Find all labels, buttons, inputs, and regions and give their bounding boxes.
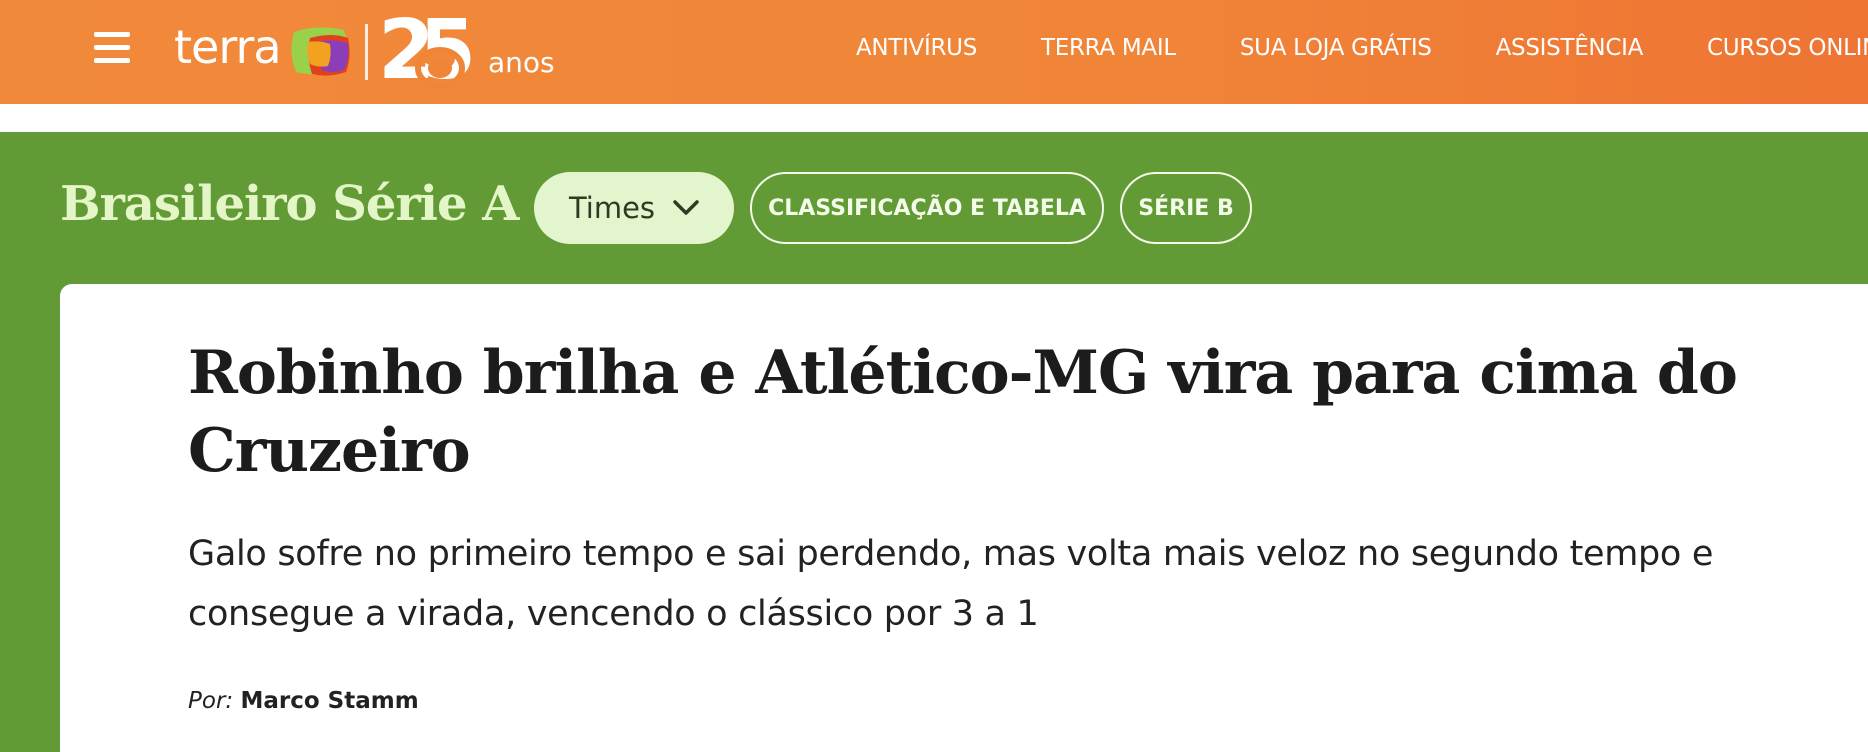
logo-wordmark: terra: [174, 20, 282, 74]
article-byline: Por: Marco Stamm: [188, 688, 419, 714]
nav-link-assistencia[interactable]: ASSISTÊNCIA: [1496, 35, 1644, 61]
article-subtitle: Galo sofre no primeiro tempo e sai perde…: [188, 534, 1714, 634]
times-dropdown-label: Times: [568, 191, 656, 225]
chevron-down-icon: [673, 200, 699, 215]
article-headline: Robinho brilha e Atlético-MG vira para c…: [188, 338, 1738, 486]
article-card: Robinho brilha e Atlético-MG vira para c…: [60, 284, 1868, 752]
terra-logo[interactable]: terra 25 anos: [174, 8, 574, 96]
serie-b-button[interactable]: SÉRIE B: [1120, 172, 1252, 244]
hamburger-menu-icon[interactable]: [94, 32, 130, 64]
nav-link-cursos-online[interactable]: CURSOS ONLINE: [1707, 35, 1868, 61]
logo-divider: [365, 24, 368, 80]
logo-anos-text: anos: [488, 46, 555, 79]
classificacao-tabela-button[interactable]: CLASSIFICAÇÃO E TABELA: [750, 172, 1104, 244]
logo-mark-icon: [291, 27, 350, 76]
anniversary-25-logo: 25: [380, 8, 476, 96]
nav-link-antivirus[interactable]: ANTIVÍRUS: [856, 35, 977, 61]
site-header: terra 25 anos ANTIVÍRUS TERRA MAIL SUA L…: [0, 0, 1868, 104]
nav-link-sua-loja-gratis[interactable]: SUA LOJA GRÁTIS: [1240, 35, 1432, 61]
times-dropdown-button[interactable]: Times: [534, 172, 734, 244]
byline-prefix: Por:: [188, 688, 234, 714]
section-title[interactable]: Brasileiro Série A: [60, 176, 519, 232]
nav-link-terra-mail[interactable]: TERRA MAIL: [1041, 35, 1176, 61]
top-navigation: ANTIVÍRUS TERRA MAIL SUA LOJA GRÁTIS ASS…: [856, 0, 1868, 96]
author-name[interactable]: Marco Stamm: [240, 688, 418, 714]
